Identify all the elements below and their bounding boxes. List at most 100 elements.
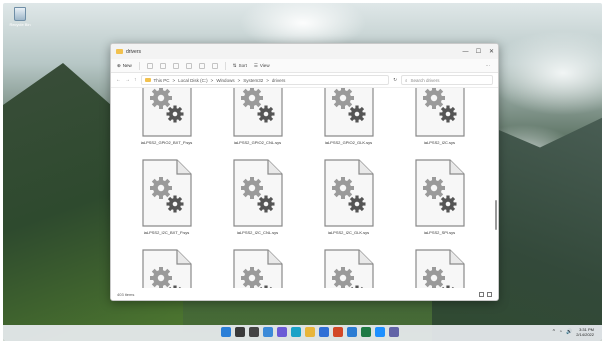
chevron-up-icon[interactable]: ^ — [553, 329, 555, 335]
breadcrumb-0[interactable]: This PC — [154, 78, 170, 83]
chat-icon[interactable] — [277, 327, 287, 337]
network-icon[interactable]: ◔ — [559, 329, 562, 335]
up-arrow-icon[interactable]: ↑ — [134, 77, 137, 83]
file-item[interactable]: iaStorAVC.sys — [212, 248, 303, 290]
file-view: iaLPSS2_GPIO2_BXT_P.sys iaLPSS2_GPIO2_CN… — [111, 88, 498, 290]
file-name: iaLPSS2_SPI.sys — [423, 230, 456, 235]
close-button[interactable]: ✕ — [485, 44, 498, 59]
recycle-bin-shortcut[interactable]: Recycle Bin — [9, 7, 31, 27]
explorer-icon[interactable] — [305, 327, 315, 337]
file-item[interactable]: iaLPSS2_I2C_GLK.sys — [303, 158, 394, 236]
sort-icon: ⇅ — [232, 62, 237, 68]
file-item[interactable]: IdeLsz.sys — [394, 248, 485, 290]
search-icon: ⌕ — [405, 77, 408, 83]
file-name: iaLPSS2_GPIO2_BXT_P.sys — [140, 140, 193, 145]
folder-icon — [144, 78, 151, 82]
file-item[interactable]: iaLPSS2_I2C.sys — [394, 88, 485, 146]
file-name: iaLPSS2_I2C_GLK.sys — [327, 230, 370, 235]
system-file-icon — [412, 248, 468, 290]
cut-icon[interactable] — [146, 62, 153, 69]
system-file-icon — [230, 248, 286, 290]
volume-icon[interactable]: 🔊 — [566, 329, 572, 335]
mail-icon[interactable] — [347, 327, 357, 337]
vertical-scrollbar[interactable] — [495, 200, 497, 230]
forward-arrow-icon[interactable]: → — [125, 77, 130, 83]
clock-date: 2/14/2022 — [576, 332, 594, 337]
file-item[interactable]: iaLPSS2_GPIO2_CNL.sys — [212, 88, 303, 146]
breadcrumb-separator: > — [237, 77, 241, 83]
file-name: iaLPSS2_I2C.sys — [423, 140, 456, 145]
recycle-bin-label: Recycle Bin — [9, 22, 31, 27]
file-item[interactable]: iaLPSS2_GPIO2_BXT_P.sys — [121, 88, 212, 146]
breadcrumb-separator: > — [172, 77, 176, 83]
paste-icon[interactable] — [172, 62, 179, 69]
search-box[interactable]: ⌕ Search drivers — [401, 75, 493, 85]
copy-icon[interactable] — [159, 62, 166, 69]
sort-button[interactable]: ⇅ Sort — [233, 63, 247, 69]
task-view-icon[interactable] — [249, 327, 259, 337]
search-placeholder: Search drivers — [410, 77, 440, 83]
system-file-icon — [139, 248, 195, 290]
delete-icon[interactable] — [211, 62, 218, 69]
details-view-icon[interactable] — [479, 291, 484, 297]
start-icon[interactable] — [221, 327, 231, 337]
view-button[interactable]: ☰ View — [254, 63, 270, 69]
share-icon[interactable] — [198, 62, 205, 69]
breadcrumb-1[interactable]: Local Disk (C:) — [178, 78, 208, 83]
system-file-icon — [321, 248, 377, 290]
file-item[interactable]: iaLPSS2_I2C_BXT_P.sys — [121, 158, 212, 236]
system-file-icon — [412, 88, 468, 138]
taskbar: ^ ◔ 🔊 3:31 PM 2/14/2022 — [3, 325, 602, 341]
system-file-icon — [230, 158, 286, 228]
file-grid: iaLPSS2_GPIO2_BXT_P.sys iaLPSS2_GPIO2_CN… — [121, 88, 491, 290]
system-file-icon — [321, 88, 377, 138]
file-item[interactable]: iaLPSS2_I2C_CNL.sys — [212, 158, 303, 236]
system-tray: ^ ◔ 🔊 3:31 PM 2/14/2022 — [553, 327, 594, 337]
desktop: Recycle Bin drivers — ☐ ✕ ⊕ New ⇅ Sort ☰… — [3, 3, 602, 341]
file-item[interactable]: iaLPSS2_GPIO2_GLK.sys — [303, 88, 394, 146]
file-item[interactable]: iaLPSS2_SPI.sys — [394, 158, 485, 236]
maximize-button[interactable]: ☐ — [472, 44, 485, 59]
new-button[interactable]: ⊕ New — [117, 63, 132, 69]
breadcrumb-4[interactable]: drivers — [272, 78, 286, 83]
toolbar-divider — [224, 61, 226, 70]
photos-icon[interactable] — [375, 327, 385, 337]
system-file-icon — [230, 88, 286, 138]
clock[interactable]: 3:31 PM 2/14/2022 — [576, 327, 594, 337]
file-name: iaLPSS2_I2C_BXT_P.sys — [143, 230, 190, 235]
file-explorer-window: drivers — ☐ ✕ ⊕ New ⇅ Sort ☰ View ··· ← … — [110, 43, 499, 301]
system-file-icon — [139, 158, 195, 228]
file-name: iaLPSS2_I2C_CNL.sys — [236, 230, 279, 235]
breadcrumb-separator: > — [266, 77, 269, 83]
excel-icon[interactable] — [361, 327, 371, 337]
sort-label: Sort — [238, 63, 247, 68]
item-count: 403 items — [117, 291, 135, 297]
new-label: New — [122, 63, 132, 68]
file-item[interactable]: iaLPSS2_UART2.sys — [121, 248, 212, 290]
teams-icon[interactable] — [389, 327, 399, 337]
breadcrumb-2[interactable]: Windows — [216, 78, 234, 83]
tiles-view-icon[interactable] — [487, 291, 492, 297]
file-item[interactable]: ibbus.sys — [303, 248, 394, 290]
taskbar-apps — [221, 327, 399, 337]
widgets-icon[interactable] — [263, 327, 273, 337]
file-name: iaLPSS2_GPIO2_GLK.sys — [324, 140, 373, 145]
address-row: ← → ↑ This PC > Local Disk (C:) > Window… — [111, 73, 498, 88]
minimize-button[interactable]: — — [459, 44, 472, 59]
window-title: drivers — [126, 48, 142, 55]
system-file-icon — [412, 158, 468, 228]
folder-icon — [116, 49, 123, 54]
command-bar: ⊕ New ⇅ Sort ☰ View ··· — [111, 59, 498, 73]
file-name: iaLPSS2_GPIO2_CNL.sys — [233, 140, 282, 145]
back-arrow-icon[interactable]: ← — [116, 77, 121, 83]
more-options-button[interactable]: ··· — [486, 63, 491, 68]
system-file-icon — [321, 158, 377, 228]
refresh-icon[interactable]: ↻ — [393, 77, 397, 83]
breadcrumb-3[interactable]: System32 — [243, 78, 263, 83]
office-icon[interactable] — [333, 327, 343, 337]
edge-icon[interactable] — [291, 327, 301, 337]
rename-icon[interactable] — [185, 62, 192, 69]
search-icon[interactable] — [235, 327, 245, 337]
store-icon[interactable] — [319, 327, 329, 337]
address-bar[interactable]: This PC > Local Disk (C:) > Windows > Sy… — [140, 75, 390, 85]
